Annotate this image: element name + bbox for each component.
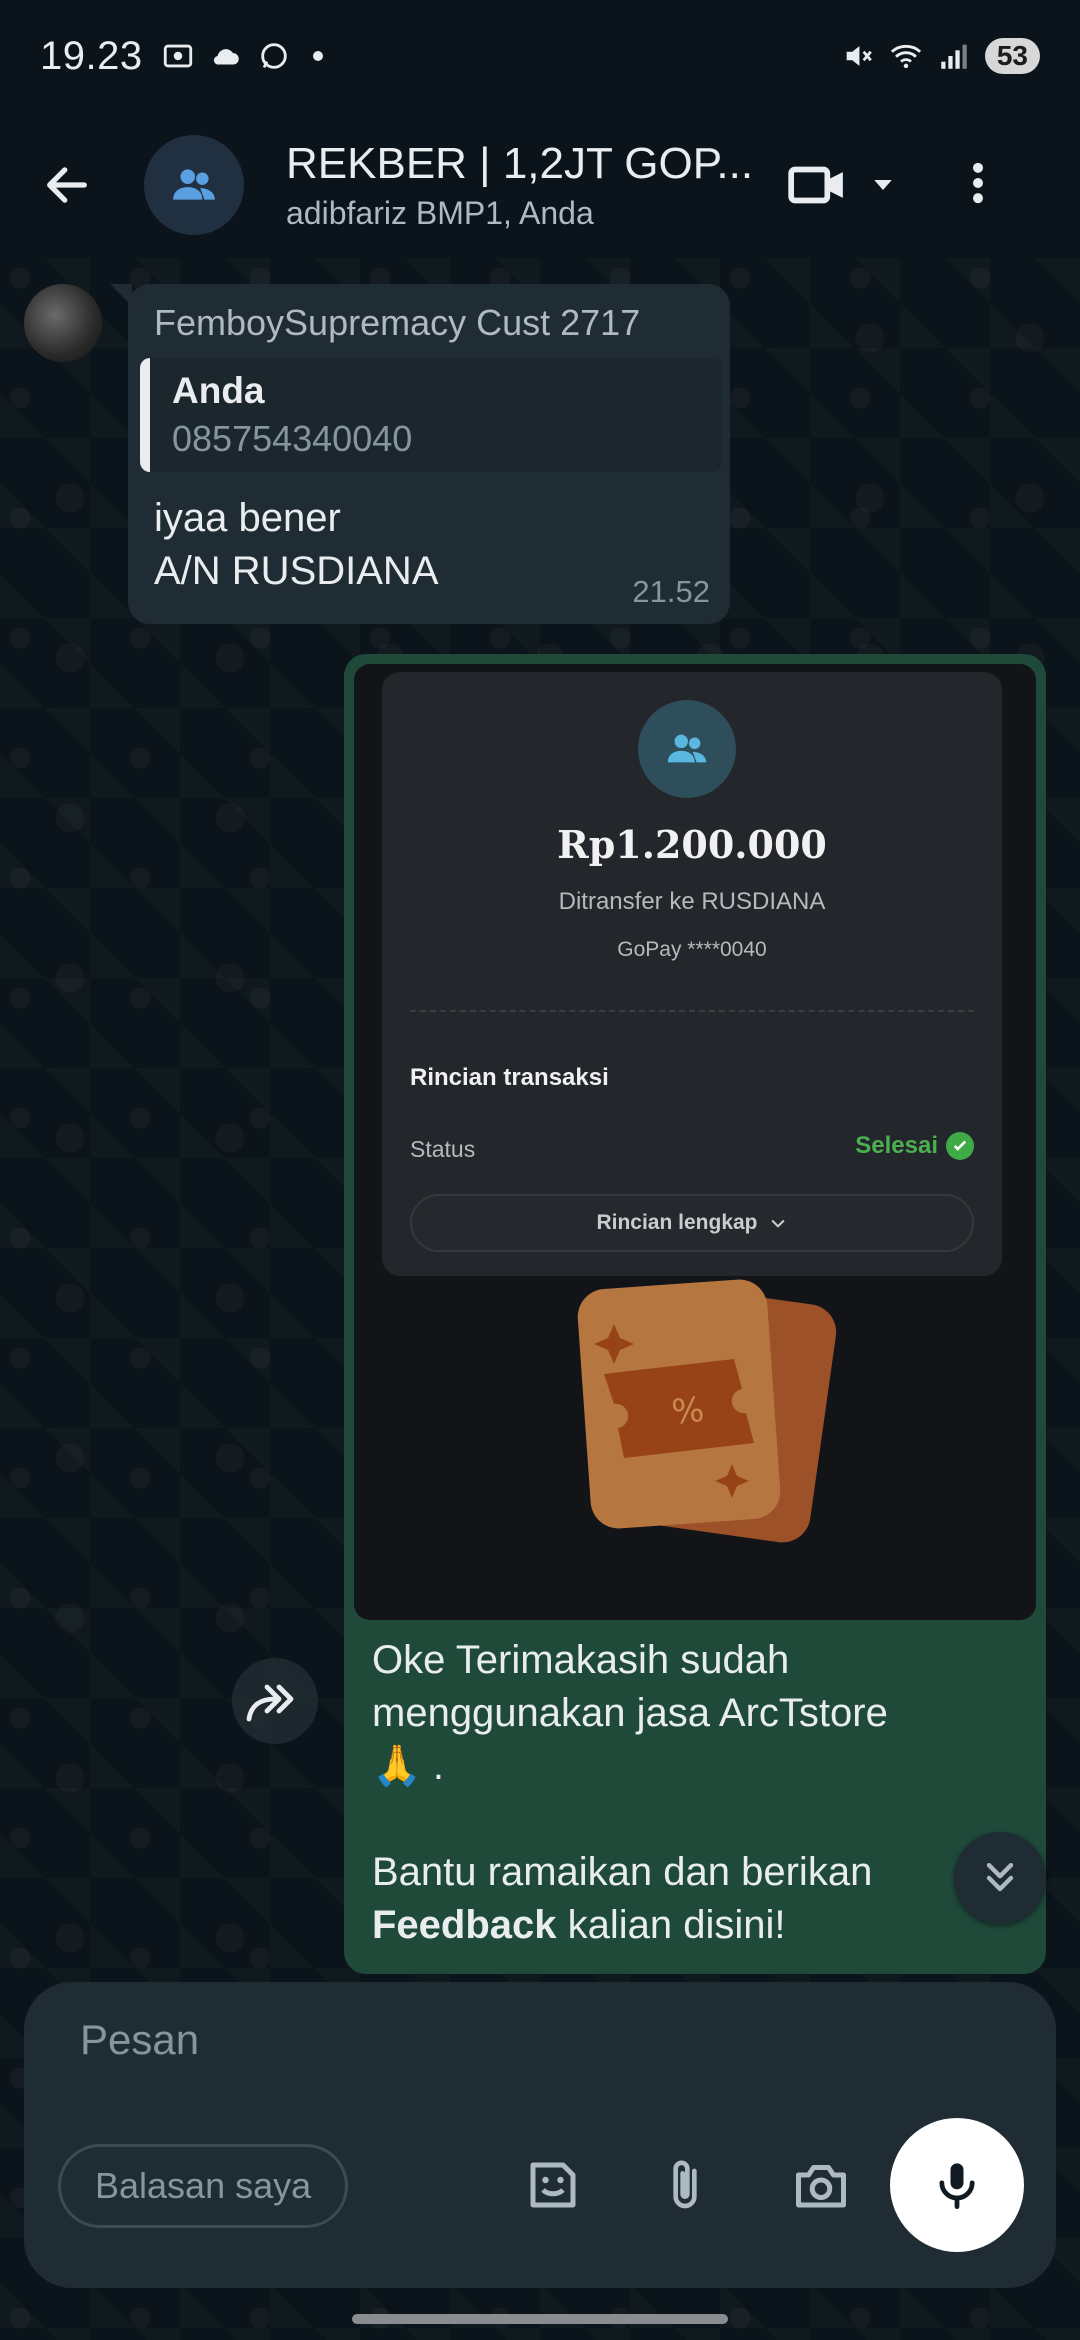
quoted-author: Anda: [172, 370, 265, 411]
camera-button[interactable]: [788, 2152, 854, 2218]
chat-title-block[interactable]: REKBER | 1,2JT GOP... adibfariz BMP1, An…: [286, 139, 756, 232]
forward-button[interactable]: [232, 1658, 318, 1744]
chevron-down-icon: [770, 1219, 785, 1228]
attach-icon: [673, 2160, 697, 2209]
status-system-icons: 53: [841, 38, 1040, 74]
outgoing-line-5-rest: kalian disini!: [556, 1903, 786, 1947]
receipt-status-label: Status: [410, 1136, 476, 1162]
back-arrow-icon: [47, 167, 87, 203]
home-indicator[interactable]: [352, 2314, 728, 2324]
attach-button[interactable]: [652, 2152, 718, 2218]
sticker-button[interactable]: [520, 2152, 586, 2218]
group-icon: [667, 734, 707, 763]
receipt-amount: Rp1.200.000: [557, 822, 827, 867]
more-options-button[interactable]: [958, 157, 998, 214]
receipt-status-value: Selesai: [855, 1132, 938, 1159]
outgoing-line-4: Bantu ramaikan dan berikan: [372, 1850, 873, 1894]
outgoing-text: Oke Terimakasih sudah menggunakan jasa A…: [372, 1634, 1012, 1952]
receipt-status: Selesai: [855, 1132, 974, 1160]
receipt-card: Rp1.200.000 Ditransfer ke RUSDIANA GoPay…: [382, 672, 1002, 1276]
status-notification-icons: [161, 39, 323, 73]
quoted-text: 085754340040: [172, 418, 413, 459]
outgoing-message[interactable]: Rp1.200.000 Ditransfer ke RUSDIANA GoPay…: [344, 654, 1046, 1974]
outgoing-line-3: 🙏 .: [372, 1744, 445, 1788]
more-vert-icon: [973, 162, 983, 203]
voice-message-button[interactable]: [890, 2118, 1024, 2252]
receipt-details-button: Rincian lengkap: [410, 1194, 974, 1252]
feedback-word: Feedback: [372, 1903, 557, 1947]
status-bar: 19.23 53: [0, 0, 1080, 112]
recipient-icon: [638, 700, 736, 798]
incoming-line-1: iyaa bener: [154, 496, 341, 540]
group-icon: [173, 169, 215, 200]
quoted-message[interactable]: Anda 085754340040: [140, 358, 722, 472]
receipt-account: GoPay ****0040: [617, 938, 767, 961]
group-avatar[interactable]: [144, 135, 244, 235]
receipt-divider: [410, 1010, 974, 1012]
back-button[interactable]: [32, 150, 102, 220]
message-time: 21.52: [632, 574, 710, 609]
incoming-line-2: A/N RUSDIANA: [154, 549, 439, 593]
chat-title: REKBER | 1,2JT GOP...: [286, 138, 754, 188]
status-time: 19.23: [40, 33, 143, 78]
weather-icon: [213, 49, 239, 65]
check-icon: [946, 1132, 974, 1160]
double-chevron-down-icon: [986, 1862, 1014, 1892]
outgoing-line-5: Feedback kalian disini!: [372, 1899, 1012, 1952]
whatsapp-icon: [260, 43, 287, 69]
svg-text:%: %: [670, 1390, 706, 1433]
wifi-icon: [890, 44, 921, 69]
mute-icon: [846, 46, 872, 66]
chevron-down-icon: [874, 180, 892, 190]
camera-icon: [796, 2165, 846, 2208]
incoming-message[interactable]: FemboySupremacy Cust 2717 Anda 085754340…: [110, 284, 730, 624]
outgoing-line-2: menggunakan jasa ArcTstore: [372, 1691, 888, 1735]
receipt-details-title: Rincian transaksi: [410, 1064, 609, 1091]
screenshot-icon: [163, 44, 192, 68]
mic-icon: [939, 2163, 975, 2210]
my-replies-chip[interactable]: Balasan saya: [58, 2144, 349, 2228]
chat-participants: adibfariz BMP1, Anda: [286, 194, 594, 231]
chat-header: REKBER | 1,2JT GOP... adibfariz BMP1, An…: [0, 112, 1080, 258]
incoming-text: iyaa bener A/N RUSDIANA: [154, 492, 704, 598]
video-call-icon: [788, 166, 843, 204]
sender-avatar[interactable]: [24, 284, 102, 362]
video-call-button[interactable]: [786, 154, 898, 216]
voucher-illustration-icon: %: [577, 1279, 837, 1543]
notification-dot: [312, 51, 323, 61]
receipt-details-button-label: Rincian lengkap: [596, 1211, 758, 1234]
scroll-to-bottom-button[interactable]: [954, 1832, 1046, 1924]
receipt-recipient: Ditransfer ke RUSDIANA: [558, 888, 826, 915]
signal-icon: [941, 44, 967, 69]
sticker-icon: [530, 2162, 576, 2208]
message-input[interactable]: [80, 2016, 900, 2064]
receipt-image[interactable]: Rp1.200.000 Ditransfer ke RUSDIANA GoPay…: [354, 664, 1036, 1620]
battery-level: 53: [984, 38, 1040, 74]
sender-name[interactable]: FemboySupremacy Cust 2717: [154, 302, 704, 344]
forward-icon: [246, 1684, 294, 1722]
outgoing-line-1: Oke Terimakasih sudah: [372, 1638, 790, 1682]
message-composer: Balasan saya: [24, 1982, 1056, 2288]
